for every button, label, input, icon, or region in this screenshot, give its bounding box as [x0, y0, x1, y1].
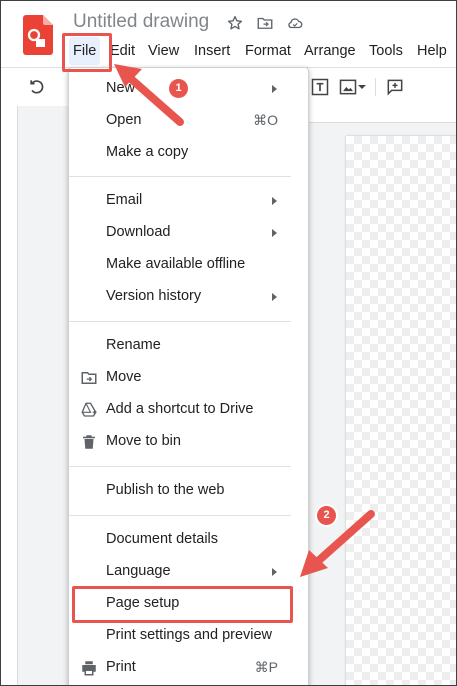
menu-item-add-shortcut[interactable]: Add a shortcut to Drive: [69, 394, 308, 426]
menu-item-print[interactable]: Print ⌘P: [69, 652, 308, 684]
print-icon: [82, 661, 96, 676]
menu-item-label: Open: [106, 112, 142, 128]
menu-item-move[interactable]: Move: [69, 362, 308, 394]
trash-icon: [83, 435, 95, 449]
menu-item-make-available-offline[interactable]: Make available offline: [69, 249, 308, 281]
menu-help[interactable]: Help: [413, 37, 451, 65]
file-menu-highlight: [62, 33, 112, 72]
menu-item-label: Make available offline: [106, 256, 246, 272]
menu-item-label: Make a copy: [106, 144, 189, 160]
menu-item-label: Move: [106, 369, 142, 385]
step-badge-1: 1: [169, 79, 188, 98]
menu-item-rename[interactable]: Rename: [69, 330, 308, 362]
menu-item-language[interactable]: Language: [69, 556, 308, 588]
toolbar-separator: [375, 78, 376, 96]
shortcut-label: ⌘O: [253, 112, 278, 128]
submenu-arrow-icon: [272, 293, 277, 301]
drawings-logo-icon[interactable]: [23, 15, 53, 55]
menu-item-make-a-copy[interactable]: Make a copy: [69, 137, 308, 169]
menu-item-label: Document details: [106, 531, 219, 547]
star-icon[interactable]: [226, 14, 244, 32]
menu-item-label: Email: [106, 192, 143, 208]
add-comment-icon[interactable]: [385, 77, 405, 97]
menu-item-label: New: [106, 80, 136, 96]
menu-insert[interactable]: Insert: [190, 37, 234, 65]
image-dropdown-icon[interactable]: [357, 77, 367, 97]
menu-item-new[interactable]: New: [69, 73, 308, 105]
horizontal-ruler: [301, 106, 456, 123]
menu-divider: [69, 176, 291, 177]
text-box-icon[interactable]: [310, 77, 330, 97]
menu-item-document-details[interactable]: Document details: [69, 524, 308, 556]
cloud-saved-icon[interactable]: [286, 14, 304, 32]
vertical-ruler: [1, 106, 18, 685]
menu-item-download[interactable]: Download: [69, 217, 308, 249]
undo-icon[interactable]: [27, 77, 47, 97]
menu-item-email[interactable]: Email: [69, 185, 308, 217]
menu-item-version-history[interactable]: Version history: [69, 281, 308, 313]
submenu-arrow-icon: [272, 197, 277, 205]
page-setup-highlight: [72, 586, 293, 623]
menu-item-label: Rename: [106, 337, 161, 353]
menu-format[interactable]: Format: [241, 37, 295, 65]
menu-item-label: Language: [106, 563, 171, 579]
menu-item-label: Version history: [106, 288, 202, 304]
drive-shortcut-icon: [81, 402, 97, 417]
menu-item-label: Print settings and preview: [106, 627, 273, 643]
menu-item-label: Publish to the web: [106, 482, 225, 498]
shortcut-label: ⌘P: [254, 659, 278, 675]
menu-divider: [69, 515, 291, 516]
submenu-arrow-icon: [272, 85, 277, 93]
step-badge-2: 2: [317, 506, 336, 525]
document-title[interactable]: Untitled drawing: [73, 11, 209, 33]
menu-item-label: Print: [106, 659, 136, 675]
menu-divider: [69, 321, 291, 322]
menu-item-publish-to-web[interactable]: Publish to the web: [69, 475, 308, 507]
menu-item-print-settings[interactable]: Print settings and preview: [69, 620, 308, 652]
drawing-canvas[interactable]: [346, 136, 456, 685]
submenu-arrow-icon: [272, 229, 277, 237]
folder-move-icon: [81, 372, 97, 384]
menu-view[interactable]: View: [144, 37, 183, 65]
image-icon[interactable]: [338, 77, 358, 97]
menu-arrange[interactable]: Arrange: [300, 37, 360, 65]
app-window: Untitled drawing File Edit View Insert F…: [0, 0, 457, 686]
menu-item-label: Move to bin: [106, 433, 181, 449]
submenu-arrow-icon: [272, 568, 277, 576]
menu-divider: [69, 466, 291, 467]
move-to-folder-icon[interactable]: [256, 14, 274, 32]
menu-tools[interactable]: Tools: [365, 37, 407, 65]
menu-item-move-to-bin[interactable]: Move to bin: [69, 426, 308, 458]
menu-item-label: Download: [106, 224, 171, 240]
menu-item-label: Add a shortcut to Drive: [106, 401, 254, 417]
menu-item-open[interactable]: Open ⌘O: [69, 105, 308, 137]
